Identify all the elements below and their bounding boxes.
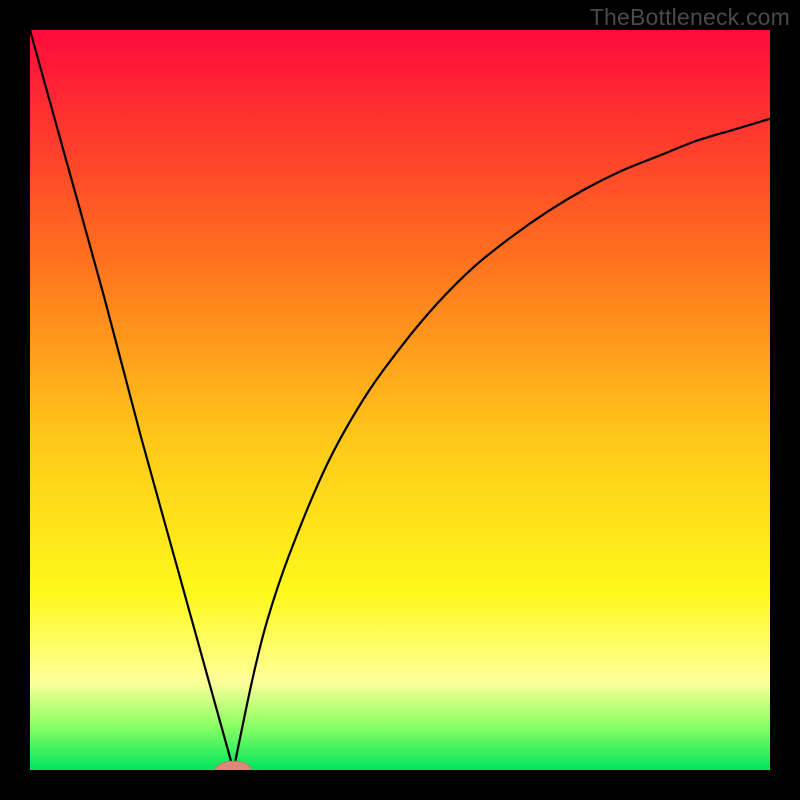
chart-svg (30, 30, 770, 770)
gradient-background (30, 30, 770, 770)
plot-area (30, 30, 770, 770)
watermark-text: TheBottleneck.com (590, 4, 790, 31)
chart-container: TheBottleneck.com (0, 0, 800, 800)
